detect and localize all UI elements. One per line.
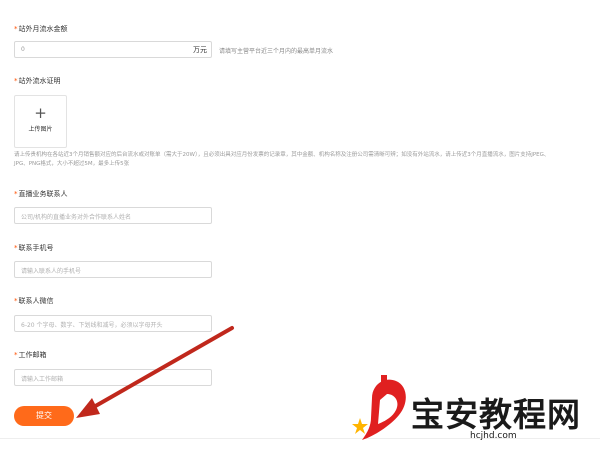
watermark-title: 宝安教程网: [411, 395, 581, 434]
red-arrow-annotation: [76, 326, 234, 418]
watermark-url: hcjhd.com: [470, 431, 517, 441]
overlay-graphics: [76, 326, 406, 440]
watermark-logo-icon: [352, 375, 406, 440]
